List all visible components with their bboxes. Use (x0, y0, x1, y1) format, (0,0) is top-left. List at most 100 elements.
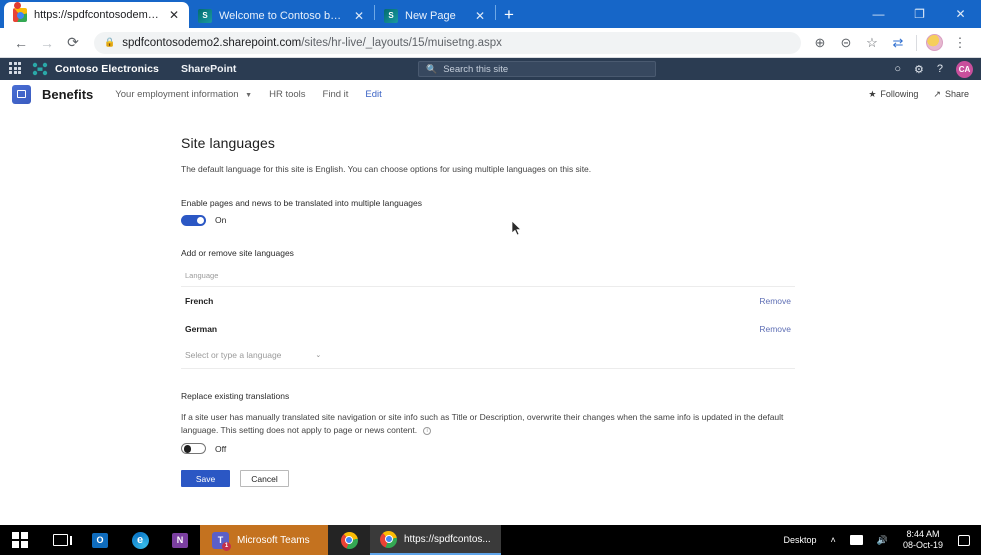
info-icon[interactable]: i (423, 427, 432, 435)
reload-icon[interactable]: ⟳ (60, 30, 86, 56)
taskbar-edge[interactable]: e (120, 525, 160, 555)
browser-tab[interactable]: S New Page ✕ (375, 3, 495, 28)
taskbar-teams-window[interactable]: T 1 Microsoft Teams (200, 525, 328, 555)
suite-app-name[interactable]: SharePoint (181, 63, 236, 75)
toolbar-divider (916, 34, 917, 51)
language-picker-placeholder: Select or type a language (185, 350, 282, 361)
chevron-down-icon[interactable]: ⌄ (315, 351, 321, 359)
clock[interactable]: 8:44 AM 08-Oct-19 (895, 529, 951, 552)
replace-translations-toggle[interactable] (181, 443, 206, 455)
browser-menu-icon[interactable]: ⋮ (947, 30, 973, 56)
avatar[interactable] (926, 34, 943, 51)
enable-translation-label: Enable pages and news to be translated i… (181, 197, 423, 208)
address-bar[interactable]: 🔒 spdfcontosodemo2.sharepoint.com /sites… (94, 31, 801, 54)
network-icon[interactable] (843, 525, 870, 555)
nav-item-hr-tools[interactable]: HR tools (269, 89, 305, 100)
minimize-button[interactable]: — (858, 0, 899, 28)
tab-title: Welcome to Contoso benefits (219, 9, 346, 22)
taskbar-outlook[interactable]: O (80, 525, 120, 555)
forward-icon[interactable]: → (34, 30, 60, 56)
nav-item-find-it[interactable]: Find it (323, 89, 349, 100)
new-tab-button[interactable]: + (496, 3, 522, 27)
translate-icon[interactable]: ⇄ (885, 30, 911, 56)
close-icon[interactable]: ✕ (167, 8, 181, 22)
replace-translations-state: Off (215, 443, 227, 454)
start-button[interactable] (0, 525, 40, 555)
tab-title: https://spdfcontosodemo2.share (34, 9, 161, 21)
maximize-button[interactable]: ❐ (899, 0, 940, 28)
taskbar-chrome[interactable] (328, 525, 370, 555)
browser-toolbar: ← → ⟳ 🔒 spdfcontosodemo2.sharepoint.com … (0, 28, 981, 58)
task-view-icon (52, 534, 72, 546)
account-avatar[interactable]: CA (956, 60, 973, 78)
share-icon: ↗ (933, 89, 941, 99)
clock-time: 8:44 AM (906, 528, 940, 539)
clock-date: 08-Oct-19 (902, 540, 943, 550)
task-view-button[interactable] (40, 525, 80, 555)
browser-tab-active[interactable]: https://spdfcontosodemo2.share ✕ (4, 2, 189, 28)
suite-bar: Contoso Electronics SharePoint 🔍 Search … (0, 58, 981, 80)
url-host: spdfcontosodemo2.sharepoint.com (122, 36, 302, 49)
screen: https://spdfcontosodemo2.share ✕ S Welco… (0, 0, 981, 555)
search-icon: 🔍 (426, 63, 438, 74)
mouse-cursor (512, 221, 522, 236)
tray-overflow-icon[interactable]: ˄ (823, 525, 842, 555)
bookmark-star-icon[interactable]: ☆ (859, 30, 885, 56)
notifications-icon[interactable]: ○ (894, 63, 901, 75)
language-picker[interactable]: Select or type a language ⌄ (181, 343, 795, 369)
contoso-logo-icon (32, 62, 48, 76)
language-column-header: Language (181, 267, 795, 287)
taskbar-onenote[interactable]: N (160, 525, 200, 555)
outlook-icon: O (92, 532, 108, 548)
suite-bar-actions: ○ ⚙ ? CA (894, 58, 973, 80)
nav-item-edit[interactable]: Edit (365, 89, 381, 100)
site-title[interactable]: Benefits (42, 87, 93, 102)
chrome-icon (380, 530, 397, 548)
app-launcher-icon[interactable] (9, 62, 23, 76)
site-header-actions: ★ Following ↗ Share (868, 80, 969, 109)
brand-name[interactable]: Contoso Electronics (55, 63, 159, 75)
enable-translation-toggle-row: On (181, 214, 795, 226)
site-navigation: Your employment information ▼ HR tools F… (115, 89, 381, 100)
replace-translations-label: Replace existing translations (181, 390, 290, 401)
close-icon[interactable]: ✕ (352, 9, 366, 23)
remove-language-link[interactable]: Remove (759, 324, 791, 334)
following-button[interactable]: ★ Following (868, 89, 918, 100)
zoom-in-icon[interactable]: ⊕ (807, 30, 833, 56)
cancel-button[interactable]: Cancel (240, 470, 289, 488)
replace-translations-toggle-row: Off (181, 443, 795, 455)
onenote-icon: N (172, 532, 188, 548)
volume-icon[interactable]: 🔊 (870, 525, 895, 555)
languages-table: Language French Remove German Remove Sel… (181, 267, 795, 369)
help-icon[interactable]: ? (937, 63, 943, 75)
enable-translation-state: On (215, 215, 227, 226)
search-input[interactable]: 🔍 Search this site (418, 61, 656, 77)
nav-item-employment-information[interactable]: Your employment information ▼ (115, 89, 252, 100)
close-window-button[interactable]: ✕ (940, 0, 981, 28)
table-row: French Remove (181, 287, 795, 315)
star-icon: ★ (868, 89, 877, 99)
remove-language-link[interactable]: Remove (759, 296, 791, 306)
chevron-down-icon: ▼ (245, 91, 253, 99)
page-title: Site languages (181, 135, 276, 151)
teams-label: Microsoft Teams (237, 534, 310, 546)
lock-icon: 🔒 (104, 37, 116, 47)
back-icon[interactable]: ← (8, 30, 34, 56)
taskbar-chrome-window[interactable]: https://spdfcontos... (370, 525, 501, 555)
desktop-label[interactable]: Desktop (776, 525, 823, 555)
close-icon[interactable]: ✕ (473, 9, 487, 23)
browser-tab[interactable]: S Welcome to Contoso benefits ✕ (189, 3, 374, 28)
enable-translation-toggle[interactable] (181, 214, 206, 226)
window-controls: — ❐ ✕ (858, 0, 981, 28)
save-button[interactable]: Save (181, 470, 230, 488)
share-button[interactable]: ↗ Share (933, 89, 969, 100)
zoom-out-icon[interactable]: ⊝ (833, 30, 859, 56)
notification-center-button[interactable] (951, 525, 977, 555)
gear-icon[interactable]: ⚙ (914, 63, 924, 76)
site-logo-icon (12, 84, 31, 104)
url-path: /sites/hr-live/_layouts/15/muisetng.aspx (301, 36, 502, 49)
page-content: Site languages The default language for … (0, 109, 981, 504)
language-name: French (185, 295, 214, 306)
table-row: German Remove (181, 315, 795, 343)
omnibox-actions: ⊕ ⊝ ☆ ⇄ ⋮ (807, 30, 973, 56)
